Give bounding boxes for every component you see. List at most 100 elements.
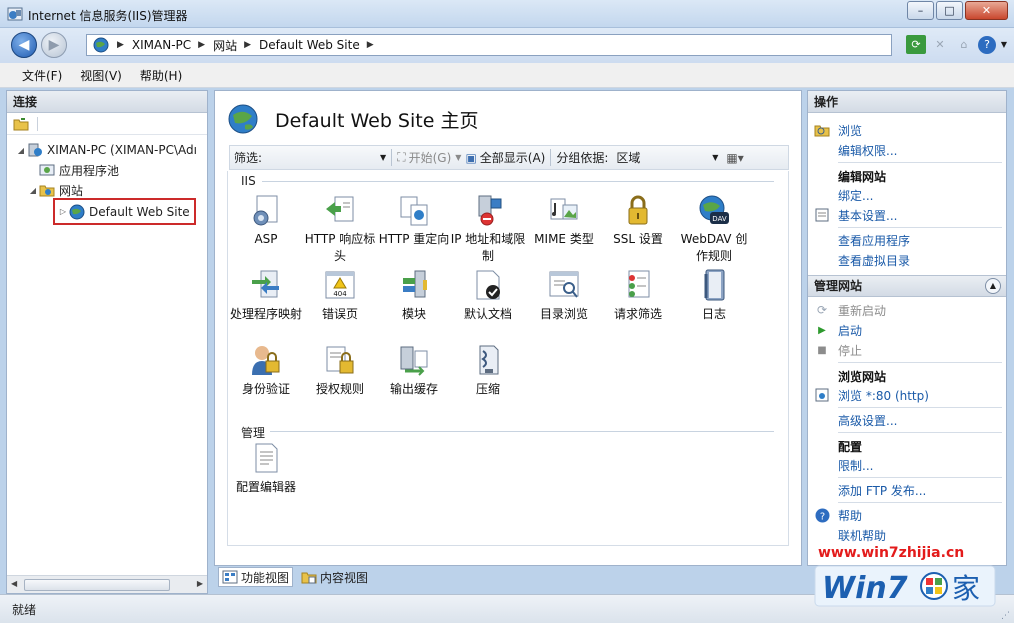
- scrollbar-thumb[interactable]: [24, 579, 170, 591]
- feature-label: 授权规则: [315, 382, 364, 396]
- manage-site-heading: 管理网站: [814, 279, 863, 293]
- action-view-virtual-directories[interactable]: 查看虚拟目录: [808, 250, 1006, 270]
- action-advanced-settings[interactable]: 高级设置...: [808, 410, 1006, 430]
- feature-compression[interactable]: 压缩: [450, 343, 526, 398]
- feature-authentication[interactable]: 身份验证: [228, 343, 304, 398]
- menu-file[interactable]: 文件(F): [22, 67, 62, 84]
- action-bindings[interactable]: 绑定...: [808, 185, 1006, 205]
- feature-mime-types[interactable]: MIME 类型: [526, 193, 602, 248]
- navigation-bar: ◀ ▶ ▶ XIMAN-PC ▶ 网站 ▶ Default Web Site ▶…: [0, 28, 1014, 63]
- action-browse-80[interactable]: 浏览 *:80 (http): [808, 385, 1006, 405]
- action-online-help[interactable]: 联机帮助: [808, 525, 1006, 545]
- filter-dropdown-icon[interactable]: ▼: [380, 153, 386, 162]
- feature-handler-mappings[interactable]: 处理程序映射: [228, 268, 304, 323]
- tree-label-app-pools: 应用程序池: [59, 163, 120, 178]
- section-divider: [838, 362, 1002, 363]
- feature-authorization-rules[interactable]: 授权规则: [302, 343, 378, 398]
- breadcrumb-chevron-icon[interactable]: ▶: [244, 40, 251, 50]
- win7-home-logo: Win7 家: [814, 565, 996, 607]
- play-icon: ▶: [818, 324, 826, 336]
- menu-help[interactable]: 帮助(H): [140, 67, 182, 84]
- stop-icon[interactable]: ✕: [930, 35, 950, 54]
- menu-view[interactable]: 视图(V): [80, 67, 122, 84]
- watermark-url: www.win7zhijia.cn: [818, 545, 965, 561]
- website-globe-icon: [69, 204, 85, 219]
- breadcrumb-chevron-icon[interactable]: ▶: [198, 40, 205, 50]
- tree-node-default-web-site[interactable]: ▷ Default Web Site: [53, 198, 196, 225]
- tree-horizontal-scrollbar[interactable]: ◀ ▶: [7, 575, 207, 593]
- feature-http-response-headers[interactable]: HTTP 响应标头: [302, 193, 378, 265]
- feature-ssl-settings[interactable]: SSL 设置: [600, 193, 676, 248]
- help-dropdown-icon[interactable]: ▼: [1000, 35, 1008, 54]
- tree-node-sites[interactable]: ◢ 网站: [27, 180, 83, 200]
- close-button[interactable]: ✕: [965, 1, 1008, 20]
- action-stop[interactable]: ■ 停止: [808, 340, 1006, 360]
- group-by-select[interactable]: 区域 ▼: [612, 148, 722, 167]
- resize-grip-icon[interactable]: ⋰: [1001, 611, 1010, 621]
- action-add-ftp[interactable]: 添加 FTP 发布...: [808, 480, 1006, 500]
- action-restart[interactable]: ⟳ 重新启动: [808, 300, 1006, 320]
- tree-node-server[interactable]: ◢ XIMAN-PC (XIMAN-PC\Adı: [15, 140, 197, 160]
- action-explore[interactable]: 浏览: [808, 120, 1006, 140]
- action-help[interactable]: ? 帮助: [808, 505, 1006, 525]
- tree-expand-icon[interactable]: ▷: [57, 207, 69, 216]
- action-edit-permissions[interactable]: 编辑权限...: [808, 140, 1006, 160]
- breadcrumb-chevron-icon[interactable]: ▶: [367, 40, 374, 50]
- connections-header: 连接: [7, 91, 207, 113]
- filter-start-button[interactable]: 开始(G): [409, 149, 452, 166]
- show-all-button[interactable]: 全部显示(A): [480, 149, 546, 166]
- scroll-left-icon[interactable]: ◀: [11, 579, 17, 588]
- address-bar[interactable]: ▶ XIMAN-PC ▶ 网站 ▶ Default Web Site ▶: [86, 34, 892, 56]
- feature-modules[interactable]: 模块: [376, 268, 452, 323]
- feature-webdav-authoring-rules[interactable]: DAV WebDAV 创作规则: [676, 193, 752, 265]
- action-basic-settings[interactable]: 基本设置...: [808, 205, 1006, 225]
- start-dropdown-icon[interactable]: ▼: [455, 153, 461, 162]
- filter-label: 筛选:: [234, 151, 263, 165]
- blank-icon: [814, 142, 830, 158]
- group-label-manage: 管理: [241, 426, 266, 440]
- filter-input[interactable]: [262, 148, 381, 167]
- feature-directory-browsing[interactable]: 目录浏览: [526, 268, 602, 323]
- feature-logging[interactable]: 日志: [676, 268, 752, 323]
- breadcrumb-sites[interactable]: 网站: [213, 37, 237, 54]
- blank-icon: [814, 187, 830, 203]
- features-view-icon: [222, 570, 238, 584]
- collapse-chevron-icon[interactable]: ▲: [985, 278, 1001, 294]
- tree-node-app-pools[interactable]: 应用程序池: [39, 160, 119, 180]
- feature-default-document[interactable]: 默认文档: [450, 268, 526, 323]
- action-view-applications[interactable]: 查看应用程序: [808, 230, 1006, 250]
- refresh-icon[interactable]: ⟳: [906, 35, 926, 54]
- feature-ip-domain-restrictions[interactable]: IP 地址和域限制: [450, 193, 526, 265]
- tree-collapse-icon[interactable]: ◢: [15, 146, 27, 155]
- minimize-button[interactable]: –: [907, 1, 934, 20]
- feature-output-caching[interactable]: 输出缓存: [376, 343, 452, 398]
- feature-error-pages[interactable]: 404 错误页: [302, 268, 378, 323]
- help-icon[interactable]: ?: [978, 35, 996, 54]
- page-title: Default Web Site 主页: [275, 109, 479, 132]
- feature-label: MIME 类型: [534, 232, 594, 246]
- connect-folder-icon[interactable]: [13, 117, 29, 131]
- maximize-button[interactable]: □: [936, 1, 963, 20]
- view-mode-icon[interactable]: ▦▾: [726, 151, 743, 165]
- tree-collapse-icon[interactable]: ◢: [27, 186, 39, 195]
- action-limits[interactable]: 限制...: [808, 455, 1006, 475]
- group-by-value: 区域: [616, 151, 641, 165]
- scroll-right-icon[interactable]: ▶: [197, 579, 203, 588]
- action-label: 查看应用程序: [838, 233, 911, 248]
- feature-http-redirect[interactable]: HTTP 重定向: [376, 193, 452, 248]
- svg-text:家: 家: [952, 572, 980, 605]
- feature-asp[interactable]: ASP: [228, 193, 304, 248]
- breadcrumb-server[interactable]: XIMAN-PC: [132, 38, 191, 52]
- breadcrumb-site[interactable]: Default Web Site: [259, 38, 360, 52]
- feature-request-filtering[interactable]: 请求筛选: [600, 268, 676, 323]
- default-document-icon: [476, 270, 500, 300]
- action-start[interactable]: ▶ 启动: [808, 320, 1006, 340]
- home-icon[interactable]: ⌂: [954, 35, 974, 54]
- tab-content-view[interactable]: 内容视图: [297, 567, 372, 587]
- error-page-icon-text: 404: [333, 290, 347, 298]
- tab-features-view[interactable]: 功能视图: [218, 567, 294, 587]
- forward-button[interactable]: ▶: [41, 32, 67, 58]
- feature-label: 配置编辑器: [235, 480, 296, 494]
- back-button[interactable]: ◀: [11, 32, 37, 58]
- feature-configuration-editor[interactable]: 配置编辑器: [228, 441, 304, 496]
